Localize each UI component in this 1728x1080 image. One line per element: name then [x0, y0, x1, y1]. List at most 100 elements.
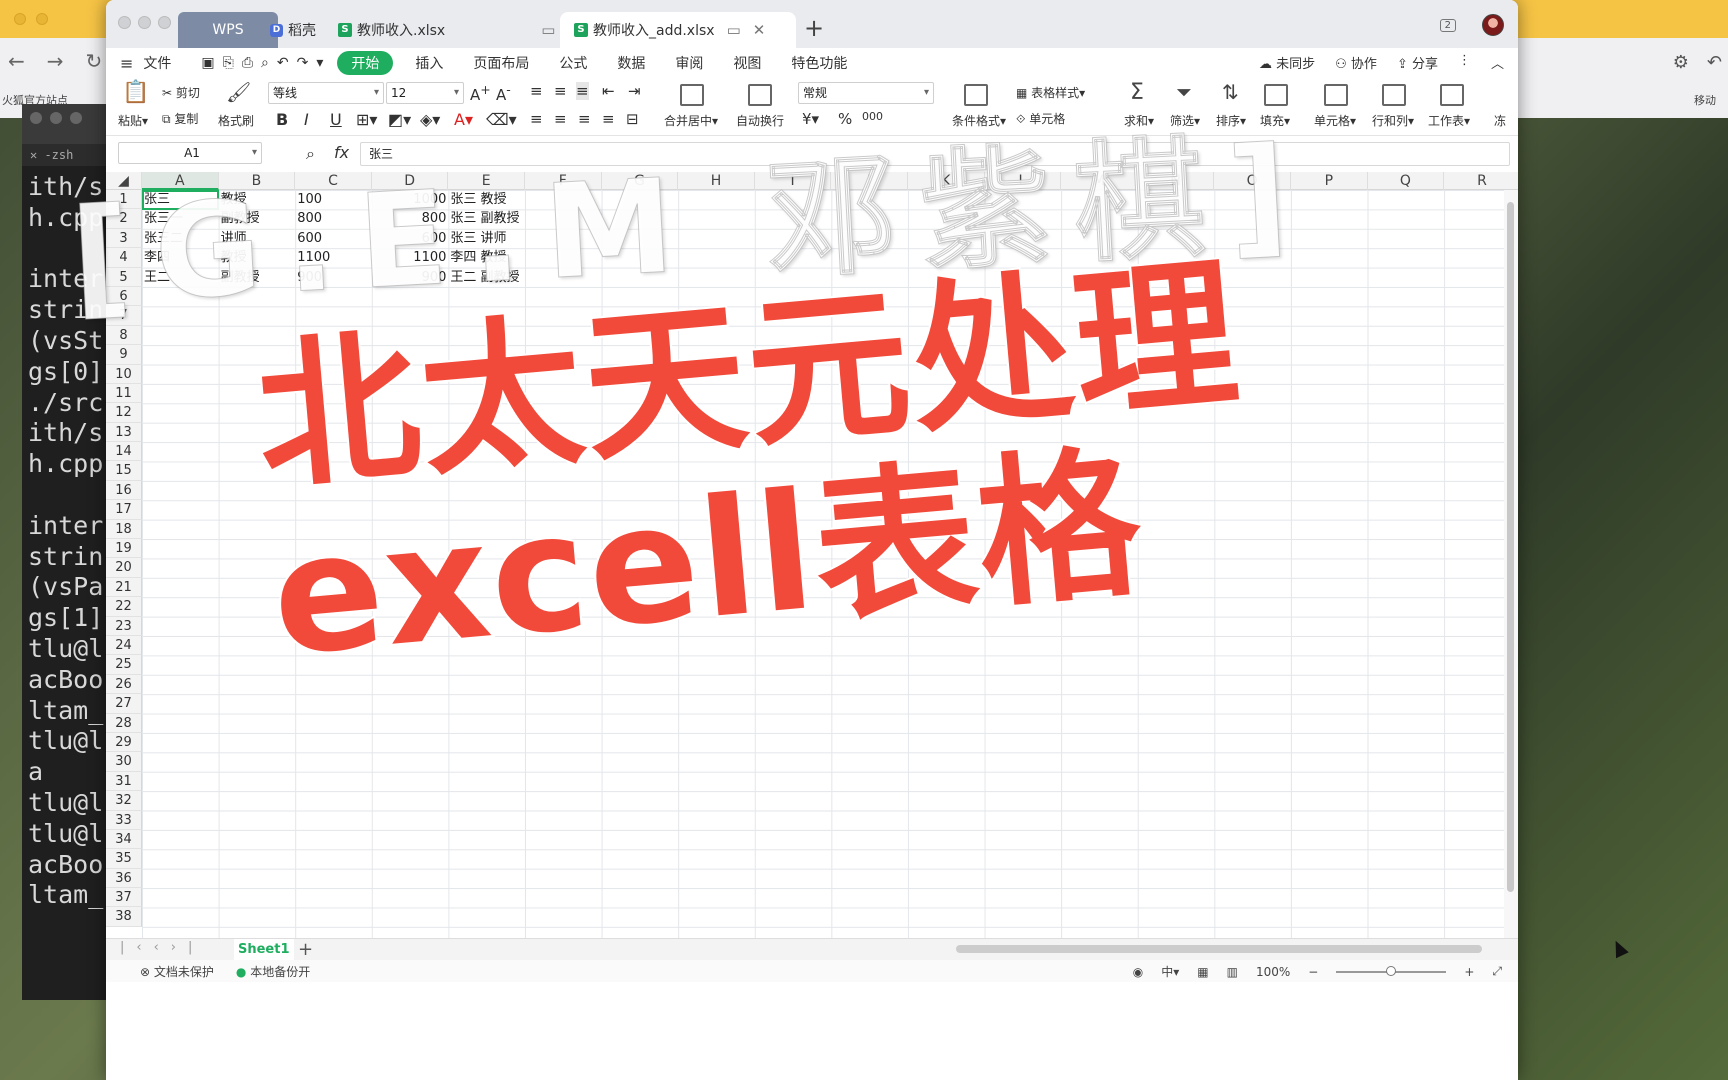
- conditional-format-icon[interactable]: [964, 84, 988, 106]
- wrap-text-icon[interactable]: [748, 84, 772, 106]
- vertical-scrollbar[interactable]: [1504, 190, 1518, 938]
- row-header-27[interactable]: 27: [106, 694, 142, 714]
- menu-review[interactable]: 审阅: [675, 53, 703, 73]
- browser-minimize-dot[interactable]: [36, 13, 48, 25]
- row-header-10[interactable]: 10: [106, 364, 142, 384]
- column-header-q[interactable]: Q: [1368, 172, 1445, 190]
- font-size-select[interactable]: 12: [386, 82, 464, 104]
- horizontal-scrollbar[interactable]: [956, 945, 1482, 953]
- merge-cells-icon[interactable]: [680, 84, 704, 106]
- row-header-11[interactable]: 11: [106, 383, 142, 404]
- row-header-15[interactable]: 15: [106, 461, 142, 481]
- row-header-36[interactable]: 36: [106, 868, 142, 889]
- worksheet-icon[interactable]: [1440, 84, 1464, 106]
- highlight-icon[interactable]: ◈▾: [420, 110, 440, 129]
- border-icon[interactable]: ⊞▾: [356, 110, 377, 129]
- puzzle-icon[interactable]: ⚙: [1673, 52, 1689, 73]
- zoom-slider[interactable]: [1336, 965, 1447, 976]
- decrease-font-icon[interactable]: A-: [496, 82, 511, 104]
- close-icon[interactable]: ✕: [753, 21, 766, 39]
- row-header-13[interactable]: 13: [106, 422, 142, 443]
- worksheet-button[interactable]: 工作表▾: [1428, 112, 1470, 129]
- row-header-25[interactable]: 25: [106, 655, 142, 675]
- sync-status[interactable]: ☁ 未同步: [1259, 53, 1315, 72]
- tab-docer[interactable]: D 稻壳: [256, 12, 330, 48]
- align-top-icon[interactable]: ≡: [530, 82, 543, 100]
- export-icon[interactable]: ⎘: [223, 55, 234, 71]
- window-close-dot[interactable]: [118, 16, 131, 29]
- menu-page-layout[interactable]: 页面布局: [473, 53, 529, 73]
- browser-bookmark-right[interactable]: 移动: [1694, 92, 1728, 108]
- browser-close-dot[interactable]: [14, 13, 26, 25]
- undo-arrow-icon[interactable]: ↶: [1707, 52, 1722, 73]
- italic-icon[interactable]: I: [304, 110, 309, 129]
- cut-button[interactable]: ✂ 剪切: [162, 84, 200, 101]
- format-painter-icon[interactable]: 🖌: [226, 80, 251, 104]
- undo-icon[interactable]: ↶: [277, 55, 289, 71]
- terminal-close-dot[interactable]: [30, 112, 42, 124]
- row-header-21[interactable]: 21: [106, 577, 142, 598]
- avatar[interactable]: [1482, 14, 1504, 36]
- zoom-out-icon[interactable]: −: [1308, 965, 1318, 979]
- format-painter-button[interactable]: 格式刷: [218, 112, 254, 129]
- redo-icon[interactable]: ↷: [297, 55, 309, 71]
- reload-icon[interactable]: ↻: [86, 49, 103, 73]
- row-header-33[interactable]: 33: [106, 810, 142, 830]
- customize-dropdown-icon[interactable]: ▾: [316, 55, 323, 71]
- scroll-thumb[interactable]: [1507, 202, 1514, 892]
- font-name-select[interactable]: 等线: [268, 82, 384, 104]
- menu-file[interactable]: 文件: [143, 53, 171, 73]
- add-sheet-icon[interactable]: +: [298, 939, 313, 960]
- menu-view[interactable]: 视图: [733, 53, 761, 73]
- row-header-14[interactable]: 14: [106, 442, 142, 462]
- row-header-28[interactable]: 28: [106, 713, 142, 733]
- collapse-ribbon-icon[interactable]: ︿: [1491, 53, 1504, 72]
- window-zoom-dot[interactable]: [158, 16, 171, 29]
- row-header-22[interactable]: 22: [106, 597, 142, 617]
- menu-data[interactable]: 数据: [617, 53, 645, 73]
- paste-icon[interactable]: 📋: [122, 80, 149, 105]
- column-header-r[interactable]: R: [1444, 172, 1518, 190]
- row-header-17[interactable]: 17: [106, 500, 142, 520]
- window-minimize-dot[interactable]: [138, 16, 151, 29]
- zoom-slider-knob[interactable]: [1386, 965, 1397, 976]
- align-center-icon[interactable]: ≡: [554, 110, 567, 128]
- input-method-icon[interactable]: 中▾: [1161, 963, 1179, 980]
- paste-button[interactable]: 粘贴▾: [118, 112, 148, 129]
- row-column-icon[interactable]: [1382, 84, 1406, 106]
- freeze-button[interactable]: 冻: [1494, 112, 1506, 129]
- share-button[interactable]: ⇪ 分享: [1397, 53, 1438, 72]
- terminal-zoom-dot[interactable]: [70, 112, 82, 124]
- menu-formulas[interactable]: 公式: [559, 53, 587, 73]
- back-arrow-icon[interactable]: ←: [8, 49, 25, 73]
- normal-view-icon[interactable]: ▦: [1197, 965, 1208, 979]
- terminal-minimize-dot[interactable]: [50, 112, 62, 124]
- forward-arrow-icon[interactable]: →: [47, 49, 64, 73]
- print-icon[interactable]: ⎙: [242, 55, 253, 71]
- menu-insert[interactable]: 插入: [415, 53, 443, 73]
- cell-button[interactable]: 单元格▾: [1314, 112, 1356, 129]
- row-header-24[interactable]: 24: [106, 635, 142, 656]
- row-header-35[interactable]: 35: [106, 849, 142, 869]
- row-header-9[interactable]: 9: [106, 345, 142, 365]
- row-header-20[interactable]: 20: [106, 558, 142, 578]
- font-color-icon[interactable]: A▾: [454, 110, 473, 129]
- window-count-icon[interactable]: 2: [1439, 18, 1456, 32]
- decrease-indent-icon[interactable]: ⇤: [602, 82, 615, 100]
- align-left-icon[interactable]: ≡: [530, 110, 543, 128]
- row-header-16[interactable]: 16: [106, 480, 142, 501]
- collaborate-button[interactable]: ⚇ 协作: [1335, 53, 1377, 72]
- row-header-12[interactable]: 12: [106, 403, 142, 423]
- underline-icon[interactable]: U: [330, 110, 342, 129]
- copy-button[interactable]: ⧉ 复制: [162, 110, 198, 127]
- increase-indent-icon[interactable]: ⇥: [628, 82, 641, 100]
- bold-icon[interactable]: B: [276, 110, 288, 129]
- more-icon[interactable]: ⋮: [1458, 53, 1471, 72]
- table-style-button[interactable]: ▦ 表格样式▾: [1016, 84, 1085, 101]
- sheet-tab-sheet1[interactable]: Sheet1: [234, 939, 294, 961]
- fullscreen-icon[interactable]: ⤢: [1492, 964, 1502, 979]
- doc-protection-status[interactable]: ⊗ 文档未保护: [140, 963, 214, 980]
- tab-file-teacher-income-add[interactable]: S 教师收入_add.xlsx ▭ ✕: [560, 12, 796, 48]
- save-icon[interactable]: ▣: [201, 55, 214, 71]
- row-header-26[interactable]: 26: [106, 674, 142, 695]
